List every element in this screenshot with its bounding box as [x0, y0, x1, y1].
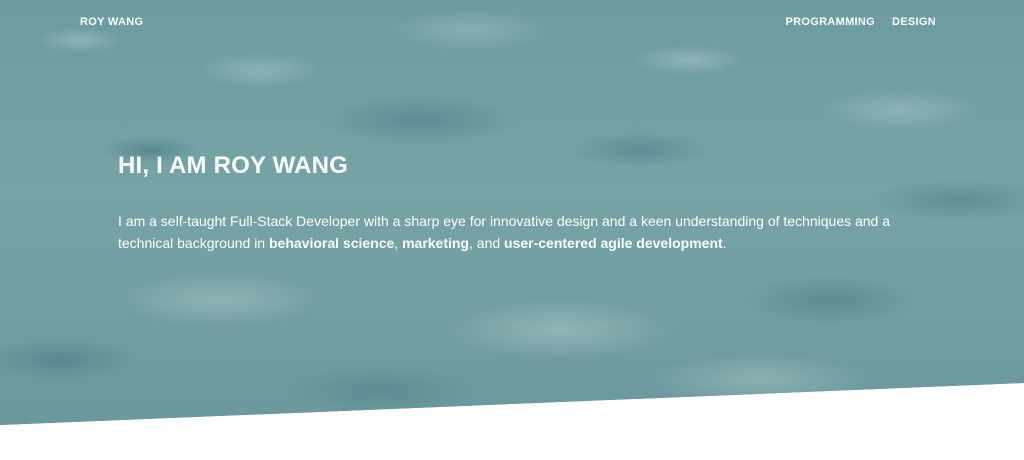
intro-strong-behavioral-science: behavioral science [269, 235, 395, 251]
nav-link-design[interactable]: DESIGN [892, 16, 936, 28]
main-nav: PROGRAMMING DESIGN [786, 16, 936, 28]
intro-strong-marketing: marketing [402, 235, 469, 251]
hero-title: HI, I AM ROY WANG [118, 152, 349, 179]
page: ROY WANG PROGRAMMING DESIGN HI, I AM ROY… [0, 0, 1024, 460]
site-logo-link[interactable]: ROY WANG [80, 16, 143, 28]
hero-intro: I am a self-taught Full-Stack Developer … [118, 210, 898, 254]
intro-separator: , [394, 235, 403, 251]
intro-end: . [722, 235, 727, 251]
nav-link-programming[interactable]: PROGRAMMING [786, 16, 875, 28]
intro-separator: , and [469, 235, 505, 251]
intro-strong-agile-development: user-centered agile development [504, 235, 723, 251]
